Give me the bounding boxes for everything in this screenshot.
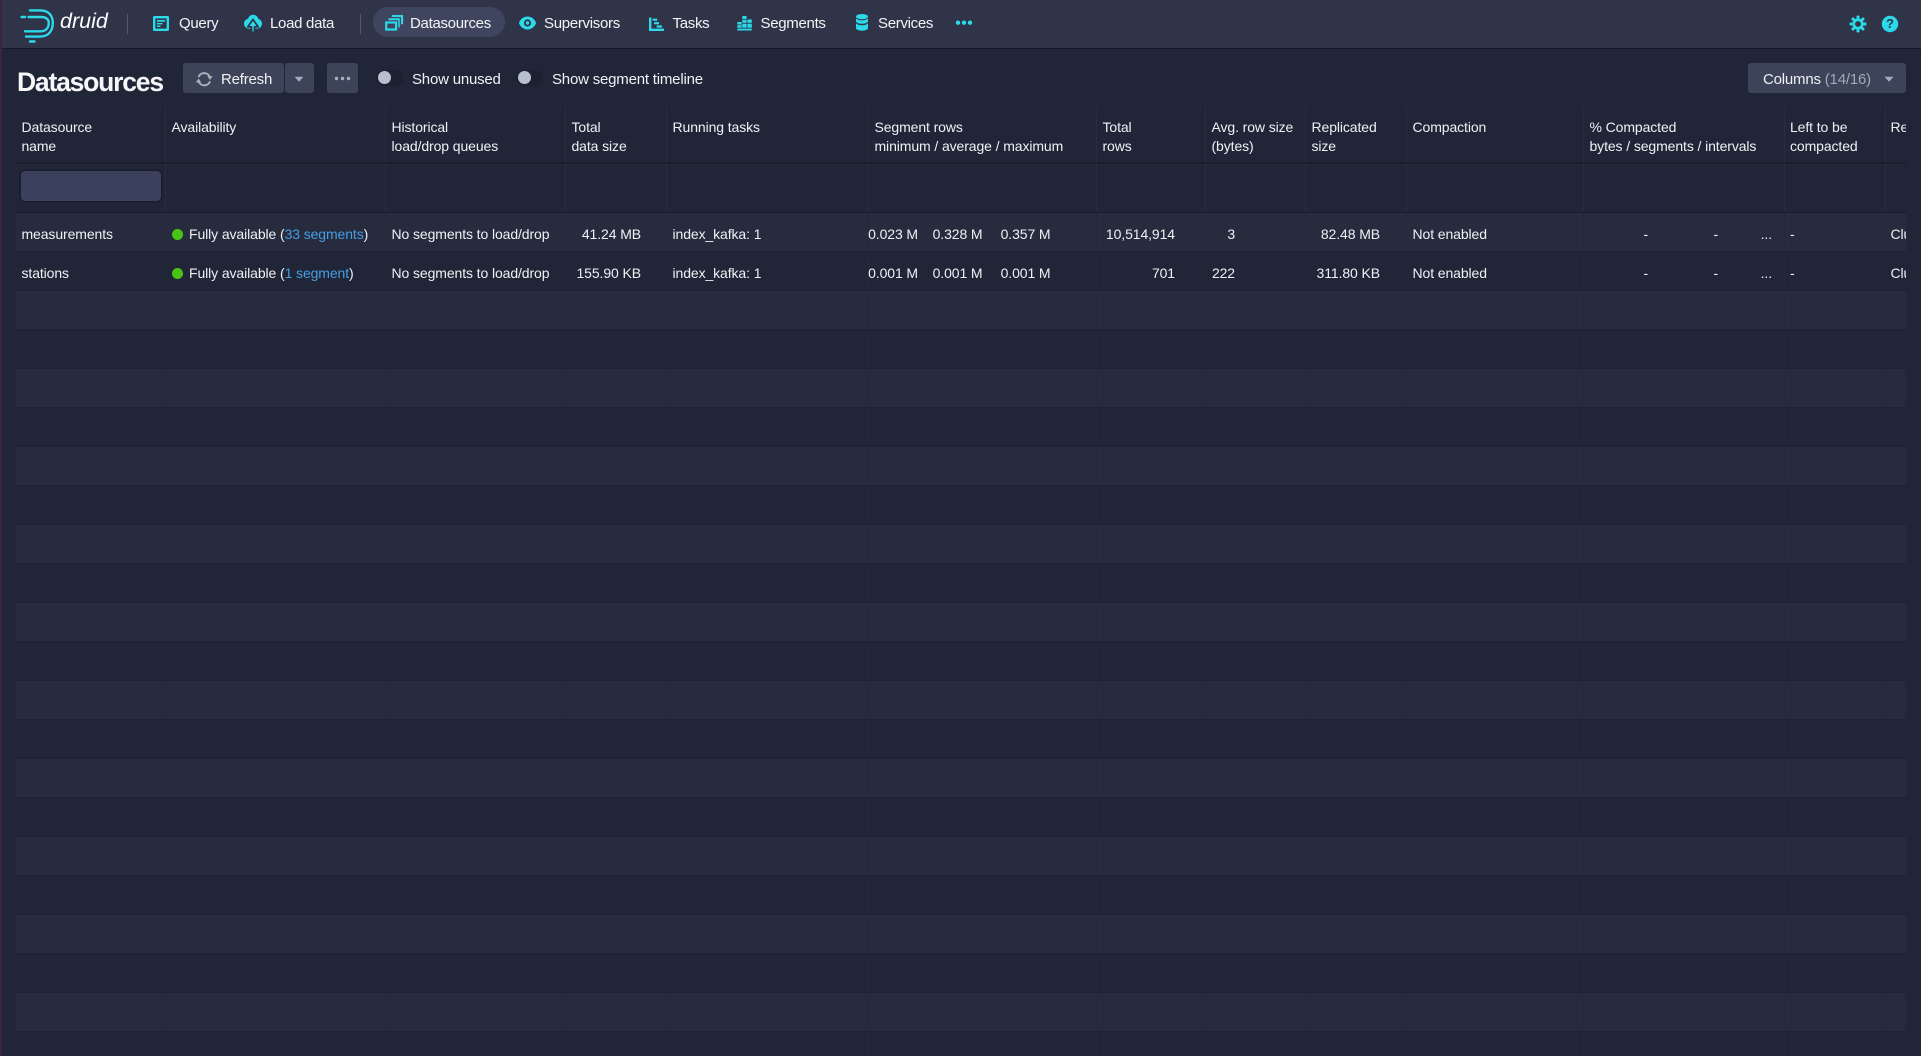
svg-text:?: ? [1886, 16, 1894, 31]
